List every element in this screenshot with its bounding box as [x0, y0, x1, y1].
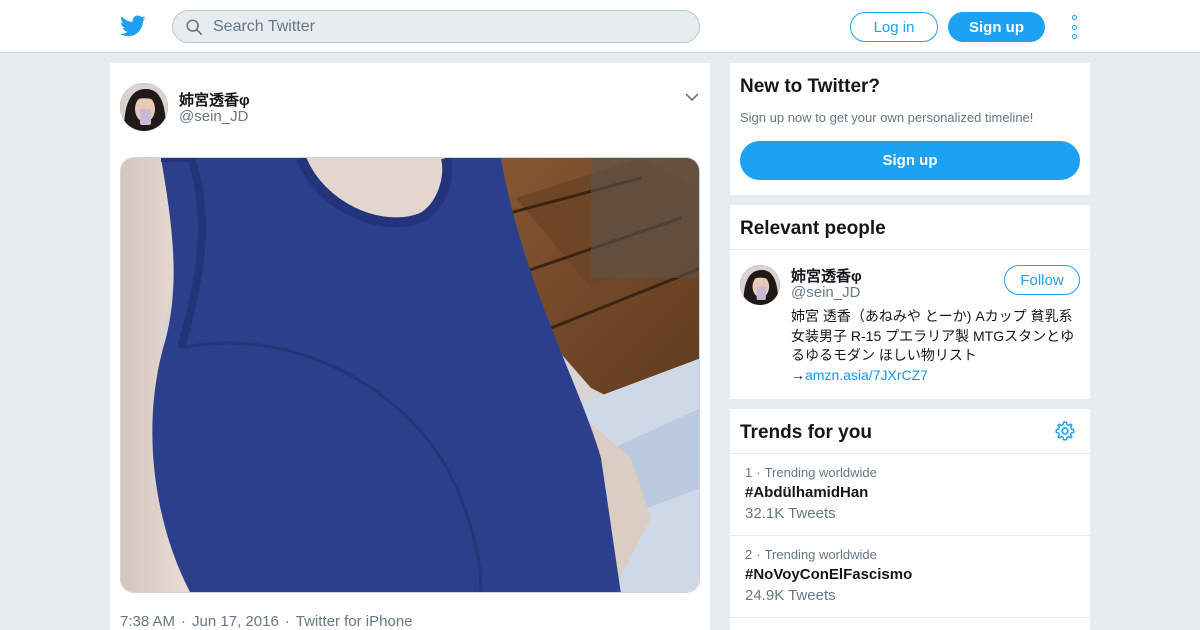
divider [730, 249, 1090, 250]
trend-context: 1 · Trending worldwide [745, 465, 877, 480]
follow-button[interactable]: Follow [1004, 265, 1080, 295]
person-bio: 姉宮 透香（あねみや とーか) Aカップ 貧乳系女装男子 R-15 プエラリア製… [791, 307, 1076, 385]
trend-context-label: Trending worldwide [764, 547, 877, 562]
relevant-people-title: Relevant people [740, 218, 886, 239]
person-handle[interactable]: @sein_JD [791, 284, 860, 301]
divider [730, 453, 1090, 454]
tweet-metadata: 7:38 AM · Jun 17, 2016 · Twitter for iPh… [120, 613, 413, 630]
trend-item[interactable]: 1 · Trending worldwide #AbdülhamidHan 32… [745, 465, 877, 522]
gear-icon[interactable] [1054, 420, 1076, 442]
trend-tweet-count: 32.1K Tweets [745, 505, 836, 522]
trend-context: 2 · Trending worldwide [745, 547, 912, 562]
divider [730, 617, 1090, 618]
author-name[interactable]: 姉宮透香φ [179, 89, 250, 110]
bio-link[interactable]: amzn.asia/7JXrCZ7 [805, 367, 928, 383]
tweet-card: 姉宮透香φ @sein_JD 7:38 AM · Jun 17, 2016 · … [110, 63, 710, 630]
person-avatar[interactable] [740, 265, 780, 305]
search-box[interactable] [172, 10, 700, 43]
trends-title: Trends for you [740, 422, 872, 443]
signup-button[interactable]: Sign up [948, 12, 1045, 42]
divider [730, 535, 1090, 536]
trend-rank: 2 [745, 547, 753, 562]
author-handle[interactable]: @sein_JD [179, 108, 248, 125]
tweet-date[interactable]: Jun 17, 2016 [192, 613, 279, 630]
trend-hashtag[interactable]: #NoVoyConElFascismo [745, 566, 912, 583]
trends-panel: Trends for you 1 · Trending worldwide #A… [730, 409, 1090, 630]
author-avatar[interactable] [120, 83, 168, 131]
trend-separator: · [756, 547, 761, 562]
search-icon [186, 18, 203, 35]
trend-context-label: Trending worldwide [764, 465, 877, 480]
search-input[interactable] [213, 17, 673, 36]
signup-panel: New to Twitter? Sign up now to get your … [730, 63, 1090, 195]
top-navigation-bar: Log in Sign up [0, 0, 1200, 53]
vertical-dots-icon[interactable] [1068, 15, 1080, 39]
tweet-time[interactable]: 7:38 AM [120, 613, 175, 630]
person-name[interactable]: 姉宮透香φ [791, 265, 862, 286]
signup-panel-title: New to Twitter? [740, 76, 881, 97]
meta-separator: · [284, 613, 290, 630]
meta-separator: · [181, 613, 187, 630]
trend-rank: 1 [745, 465, 753, 480]
trend-hashtag[interactable]: #AbdülhamidHan [745, 484, 877, 501]
trend-separator: · [756, 465, 761, 480]
panel-signup-button[interactable]: Sign up [740, 141, 1080, 180]
twitter-bird-icon[interactable] [120, 13, 146, 39]
login-button[interactable]: Log in [850, 12, 938, 42]
tweet-photo[interactable] [120, 157, 700, 593]
signup-panel-subtitle: Sign up now to get your own personalized… [740, 110, 1034, 125]
relevant-people-panel: Relevant people 姉宮透香φ @sein_JD Follow 姉宮… [730, 205, 1090, 399]
tweet-source: Twitter for iPhone [295, 613, 413, 630]
chevron-down-icon[interactable] [684, 91, 700, 103]
trend-item[interactable]: 2 · Trending worldwide #NoVoyConElFascis… [745, 547, 912, 604]
trend-tweet-count: 24.9K Tweets [745, 587, 836, 604]
